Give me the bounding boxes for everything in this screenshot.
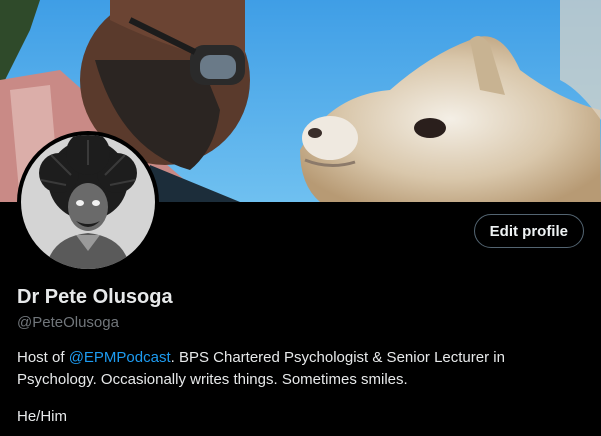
profile-avatar[interactable] bbox=[17, 131, 159, 273]
edit-profile-button[interactable]: Edit profile bbox=[473, 214, 584, 248]
bio-mention-link[interactable]: @EPMPodcast bbox=[69, 349, 171, 366]
profile-bio: Host of @EPMPodcast. BPS Chartered Psych… bbox=[17, 347, 587, 391]
profile-display-name: Dr Pete Olusoga bbox=[17, 286, 173, 308]
profile-pronouns: He/Him bbox=[17, 408, 68, 425]
bio-prefix: Host of bbox=[17, 349, 69, 366]
profile-handle: @PeteOlusoga bbox=[17, 314, 119, 331]
